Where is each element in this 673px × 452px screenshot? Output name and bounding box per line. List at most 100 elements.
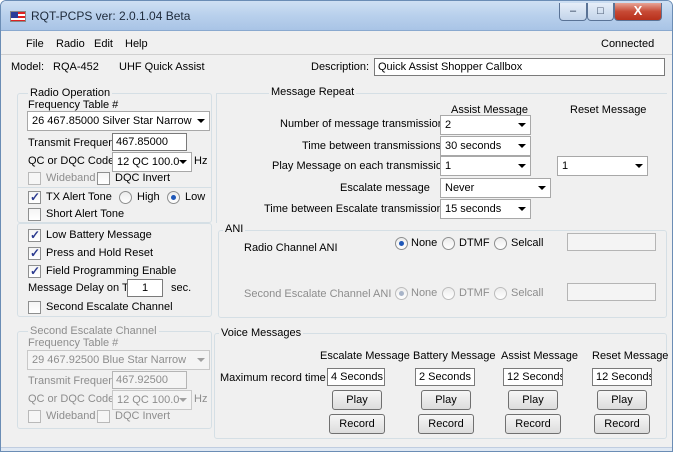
- maximize-button[interactable]: □: [587, 3, 614, 21]
- escalate-value: Never: [445, 182, 475, 194]
- se-freq-table-label: Frequency Table #: [28, 337, 119, 349]
- escalate-time-label: Time between Escalate transmissions: [264, 203, 449, 215]
- title-bar[interactable]: RQT-PCPS ver: 2.0.1.04 Beta ‒ □ X: [1, 1, 672, 31]
- qc-code-select[interactable]: 12 QC 100.0: [112, 152, 192, 172]
- tx-alert-checkbox[interactable]: [28, 190, 41, 204]
- num-tx-select[interactable]: 2: [440, 115, 531, 135]
- second-ani-selcall-radio[interactable]: [494, 287, 507, 300]
- time-between-label: Time between transmissions: [302, 140, 441, 152]
- battery-play-button[interactable]: Play: [421, 390, 471, 410]
- chevron-down-icon: [518, 164, 526, 168]
- play-each-assist-select[interactable]: 1: [440, 156, 531, 176]
- se-hz-label: Hz: [194, 393, 208, 405]
- second-ani-code-input[interactable]: [567, 283, 656, 301]
- band-label: UHF Quick Assist: [119, 61, 205, 73]
- chevron-down-icon: [179, 160, 187, 164]
- tx-freq-label: Transmit Frequency: [28, 137, 126, 149]
- ani-code-input[interactable]: [567, 233, 656, 251]
- menu-help[interactable]: Help: [125, 38, 148, 50]
- se-qc-code-select[interactable]: 12 QC 100.0: [112, 390, 192, 410]
- se-tx-freq-input[interactable]: 467.92500: [112, 371, 187, 389]
- alert-low-radio[interactable]: [167, 191, 180, 204]
- escalate-time-input[interactable]: 4 Seconds: [327, 368, 385, 386]
- reset-record-button[interactable]: Record: [594, 414, 650, 434]
- battery-time-input[interactable]: 2 Seconds: [415, 368, 475, 386]
- time-between-value: 30 seconds: [445, 140, 502, 152]
- message-repeat-title: Message Repeat: [269, 86, 357, 99]
- menu-file[interactable]: File: [26, 38, 44, 50]
- play-each-reset-value: 1: [562, 160, 569, 172]
- se-dqc-invert-checkbox[interactable]: [97, 410, 110, 423]
- second-escalate-label: Second Escalate Channel: [46, 301, 173, 313]
- reset-message-header: Reset Message: [570, 104, 647, 116]
- freq-table-value: 26 467.85000 Silver Star Narrow: [32, 115, 192, 127]
- num-tx-label: Number of message transmissions: [280, 118, 450, 130]
- max-record-label: Maximum record time: [220, 372, 326, 384]
- wideband-checkbox[interactable]: [28, 172, 41, 185]
- chevron-down-icon: [518, 144, 526, 148]
- voice-title: Voice Messages: [219, 327, 304, 340]
- tx-freq-input[interactable]: 467.85000: [112, 133, 187, 151]
- menu-bar: File Radio Edit Help Connected: [1, 32, 672, 54]
- ani-title: ANI: [223, 223, 246, 236]
- battery-record-button[interactable]: Record: [418, 414, 474, 434]
- play-each-label: Play Message on each transmission: [272, 160, 449, 172]
- ani-none-label: None: [411, 237, 438, 249]
- freq-table-select[interactable]: 26 467.85000 Silver Star Narrow: [27, 111, 210, 131]
- dqc-invert-label: DQC Invert: [115, 172, 171, 184]
- menu-radio[interactable]: Radio: [56, 38, 85, 50]
- ani-selcall-label: Selcall: [511, 237, 544, 249]
- play-each-reset-select[interactable]: 1: [557, 156, 648, 176]
- ani-dtmf-label: DTMF: [459, 237, 490, 249]
- delay-label: Message Delay on TX: [28, 282, 137, 294]
- escalate-time-select[interactable]: 15 seconds: [440, 199, 531, 219]
- menu-edit[interactable]: Edit: [94, 38, 113, 50]
- second-ani-none-radio[interactable]: [395, 287, 408, 300]
- assist-time-input[interactable]: 12 Seconds: [503, 368, 563, 386]
- close-button[interactable]: X: [614, 3, 662, 21]
- se-freq-table-value: 29 467.92500 Blue Star Narrow: [32, 354, 187, 366]
- connection-status: Connected: [601, 38, 655, 50]
- field-prog-label: Field Programming Enable: [46, 265, 177, 277]
- escalate-message-header: Escalate Message: [320, 350, 410, 362]
- se-qc-code-label: QC or DQC Code:: [28, 393, 118, 405]
- escalate-record-button[interactable]: Record: [329, 414, 385, 434]
- tx-alert-label: TX Alert Tone: [46, 191, 112, 203]
- ani-none-radio[interactable]: [395, 237, 408, 250]
- repeat-divider-left: [216, 93, 217, 223]
- assist-play-button[interactable]: Play: [508, 390, 558, 410]
- assist-message-voice-header: Assist Message: [501, 350, 579, 362]
- minimize-button[interactable]: ‒: [559, 3, 587, 21]
- se-tx-freq-label: Transmit Frequency: [28, 375, 126, 387]
- reset-play-button[interactable]: Play: [597, 390, 647, 410]
- low-battery-checkbox[interactable]: [28, 228, 41, 242]
- reset-message-voice-header: Reset Message: [592, 350, 669, 362]
- se-freq-table-select[interactable]: 29 467.92500 Blue Star Narrow: [27, 350, 210, 370]
- second-escalate-checkbox[interactable]: [28, 301, 41, 314]
- time-between-select[interactable]: 30 seconds: [440, 136, 531, 156]
- ani-selcall-radio[interactable]: [494, 237, 507, 250]
- description-input[interactable]: Quick Assist Shopper Callbox: [374, 58, 665, 76]
- ani-dtmf-radio[interactable]: [442, 237, 455, 250]
- second-ani-dtmf-label: DTMF: [459, 287, 490, 299]
- play-each-assist-value: 1: [445, 160, 452, 172]
- chevron-down-icon: [518, 123, 526, 127]
- field-prog-checkbox[interactable]: [28, 264, 41, 278]
- escalate-play-button[interactable]: Play: [332, 390, 382, 410]
- model-label: Model:: [11, 61, 45, 73]
- reset-time-input[interactable]: 12 Seconds: [592, 368, 652, 386]
- chevron-down-icon: [197, 358, 205, 362]
- assist-record-button[interactable]: Record: [505, 414, 561, 434]
- escalate-label: Escalate message: [340, 182, 430, 194]
- press-hold-checkbox[interactable]: [28, 246, 41, 260]
- alert-high-radio[interactable]: [119, 191, 132, 204]
- short-alert-checkbox[interactable]: [28, 208, 41, 221]
- hz-label: Hz: [194, 155, 208, 167]
- wideband-label: Wideband: [46, 172, 96, 184]
- escalate-select[interactable]: Never: [440, 178, 551, 198]
- delay-input[interactable]: 1: [127, 279, 163, 297]
- second-ani-dtmf-radio[interactable]: [442, 287, 455, 300]
- model-value: RQA-452: [53, 61, 99, 73]
- se-wideband-checkbox[interactable]: [28, 410, 41, 423]
- dqc-invert-checkbox[interactable]: [97, 172, 110, 185]
